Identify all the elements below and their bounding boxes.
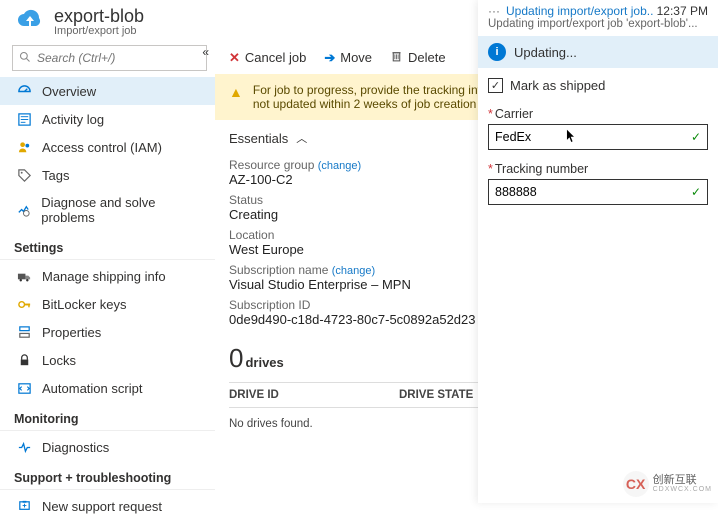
drives-count: 0 — [229, 343, 243, 374]
delete-icon — [390, 49, 403, 66]
col-drive-id: DRIVE ID — [229, 389, 399, 401]
move-button[interactable]: ➔Move — [324, 50, 372, 66]
diagnostics-icon — [16, 439, 32, 455]
sidebar-item-activity-log[interactable]: Activity log — [0, 105, 215, 133]
shipping-icon — [16, 268, 32, 284]
chevron-up-icon: ︿ — [296, 130, 307, 146]
search-input[interactable] — [37, 51, 200, 65]
sidebar-item-support[interactable]: New support request — [0, 492, 215, 520]
mark-shipped-checkbox[interactable]: ✓ Mark as shipped — [488, 78, 708, 93]
sidebar-item-properties[interactable]: Properties — [0, 318, 215, 346]
change-sub-link[interactable]: (change) — [332, 265, 375, 277]
move-icon: ➔ — [324, 50, 335, 66]
carrier-input-wrap[interactable]: ✓ — [488, 124, 708, 150]
nav-support: New support request — [0, 492, 215, 520]
sidebar-item-automation[interactable]: Automation script — [0, 374, 215, 402]
diagnose-icon — [16, 202, 31, 218]
nav-top: Overview Activity log Access control (IA… — [0, 77, 215, 231]
checkbox-icon: ✓ — [488, 78, 503, 93]
carrier-input[interactable] — [495, 130, 691, 144]
sidebar-item-overview[interactable]: Overview — [0, 77, 215, 105]
search-icon — [19, 51, 31, 66]
notification-time: 12:37 PM — [657, 4, 708, 18]
updating-bar: i Updating... — [478, 36, 718, 68]
collapse-sidebar-icon[interactable]: « — [202, 45, 209, 59]
delete-button[interactable]: Delete — [390, 49, 446, 66]
iam-icon — [16, 139, 32, 155]
notification-desc: Updating import/export job 'export-blob'… — [488, 18, 708, 30]
watermark-logo: CX — [623, 471, 649, 497]
notification-link[interactable]: Updating import/export job.. — [506, 4, 653, 18]
ellipsis-icon: ··· — [488, 4, 500, 18]
update-form: ✓ Mark as shipped *Carrier ✓ *Tracking n… — [478, 68, 718, 227]
automation-icon — [16, 380, 32, 396]
properties-icon — [16, 324, 32, 340]
overview-icon — [16, 83, 32, 99]
valid-icon: ✓ — [691, 185, 701, 199]
watermark: CX 创新互联CDXWCX.COM — [623, 471, 712, 497]
cancel-icon: ✕ — [229, 50, 240, 66]
right-panel: ··· Updating import/export job.. 12:37 P… — [478, 0, 718, 503]
bitlocker-icon — [16, 296, 32, 312]
section-settings: Settings — [0, 231, 215, 260]
info-icon: i — [488, 43, 506, 61]
col-drive-state: DRIVE STATE — [399, 389, 473, 401]
notification: ··· Updating import/export job.. 12:37 P… — [478, 0, 718, 36]
sidebar-item-diagnostics[interactable]: Diagnostics — [0, 433, 215, 461]
page-subtitle: Import/export job — [54, 25, 144, 37]
sidebar-item-shipping[interactable]: Manage shipping info — [0, 262, 215, 290]
activitylog-icon — [16, 111, 32, 127]
sidebar-item-tags[interactable]: Tags — [0, 161, 215, 189]
valid-icon: ✓ — [691, 130, 701, 144]
blob-logo — [16, 8, 44, 36]
sidebar: « Overview Activity log Access control (… — [0, 41, 215, 504]
cancel-job-button[interactable]: ✕Cancel job — [229, 50, 306, 66]
nav-monitoring: Diagnostics — [0, 433, 215, 461]
sidebar-item-diagnose[interactable]: Diagnose and solve problems — [0, 189, 215, 231]
search-input-wrap[interactable] — [12, 45, 207, 71]
tracking-label: *Tracking number — [488, 162, 708, 176]
sidebar-item-locks[interactable]: Locks — [0, 346, 215, 374]
section-monitoring: Monitoring — [0, 402, 215, 431]
sidebar-item-iam[interactable]: Access control (IAM) — [0, 133, 215, 161]
nav-settings: Manage shipping info BitLocker keys Prop… — [0, 262, 215, 402]
section-support: Support + troubleshooting — [0, 461, 215, 490]
tracking-input-wrap[interactable]: ✓ — [488, 179, 708, 205]
carrier-label: *Carrier — [488, 107, 708, 121]
page-title: export-blob — [54, 6, 144, 27]
locks-icon — [16, 352, 32, 368]
tracking-input[interactable] — [495, 185, 691, 199]
tags-icon — [16, 167, 32, 183]
warning-icon: ▲ — [229, 84, 243, 100]
support-icon — [16, 498, 32, 514]
sidebar-item-bitlocker[interactable]: BitLocker keys — [0, 290, 215, 318]
change-rg-link[interactable]: (change) — [318, 160, 361, 172]
